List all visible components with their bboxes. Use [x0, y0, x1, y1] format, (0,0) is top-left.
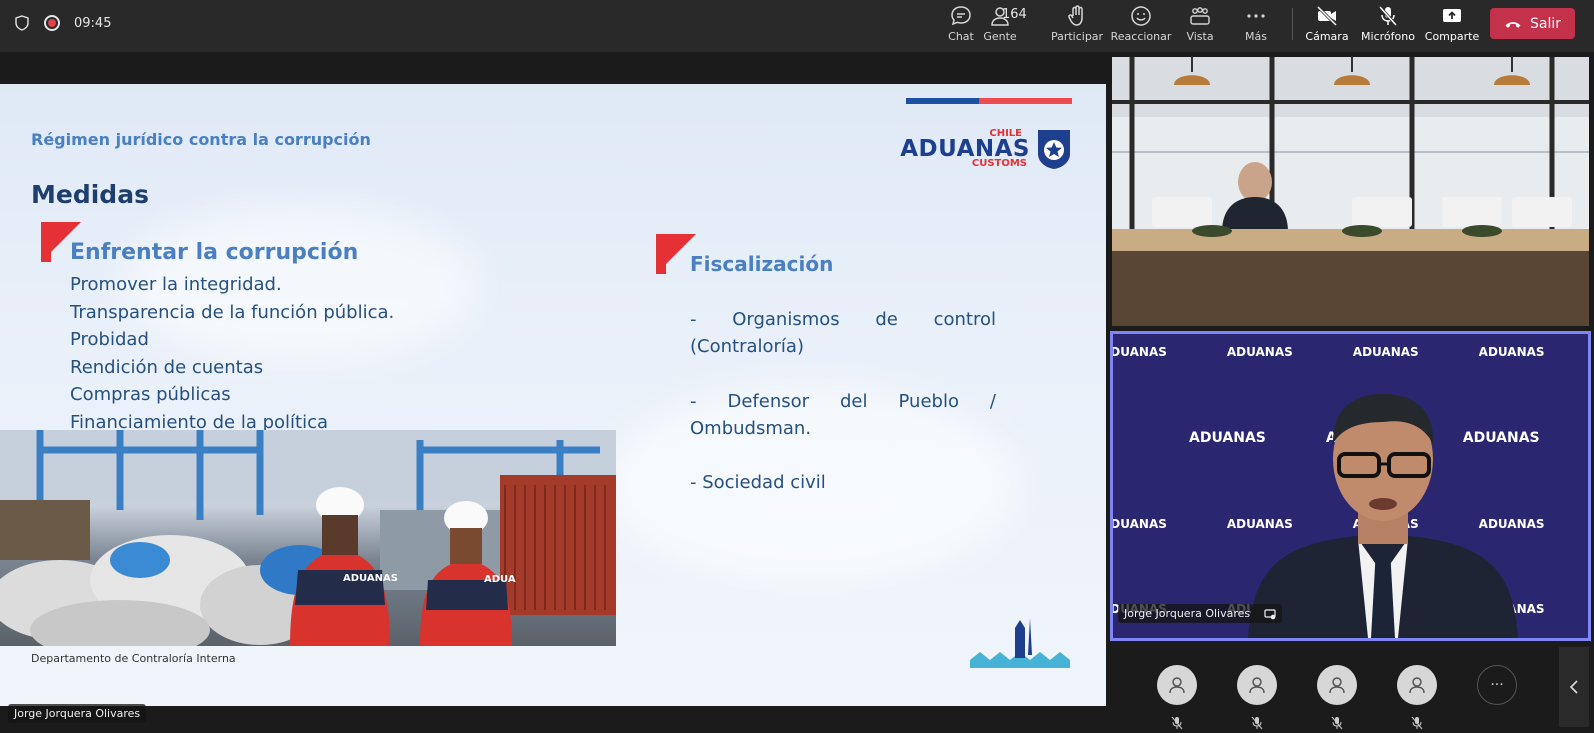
speaker-video: [1248, 394, 1518, 638]
customs-shield-icon: [1038, 130, 1070, 169]
toolbar-divider: [1292, 8, 1293, 40]
right-item: - Sociedad civil: [690, 472, 826, 493]
camera-button[interactable]: Cámara: [1299, 4, 1355, 46]
chat-icon: [951, 6, 971, 26]
port-inspection-photo: ADUANAS ADUA: [0, 430, 616, 646]
leave-button[interactable]: Salir: [1490, 8, 1575, 39]
person-icon: [1249, 677, 1265, 694]
meeting-toolbar: 09:45 Chat Gente 164 Participar Reaccion…: [0, 0, 1594, 52]
slide-footer: Departamento de Contraloría Interna: [31, 652, 236, 665]
left-list: Promover la integridad. Transparencia de…: [70, 271, 394, 436]
aduanas-logo: CHILE ADUANAS CUSTOMS: [900, 128, 1072, 170]
avatar[interactable]: [1317, 665, 1357, 705]
mic-muted-icon: [1251, 716, 1263, 730]
raise-hand-button[interactable]: Participar: [1049, 4, 1105, 46]
list-item: Promover la integridad.: [70, 274, 282, 295]
logo-stripe-blue: [906, 98, 979, 104]
view-icon: [1190, 7, 1210, 25]
avatar[interactable]: [1157, 665, 1197, 705]
view-button[interactable]: Vista: [1172, 4, 1228, 46]
share-button[interactable]: Comparte: [1420, 4, 1484, 46]
share-icon: [1443, 9, 1461, 22]
participant-name-tag: Jorge Jorquera Olivares: [1118, 604, 1282, 623]
chevron-left-icon: [1569, 680, 1578, 694]
presenter-name-tag: Jorge Jorquera Olivares: [8, 704, 147, 723]
list-item: Transparencia de la función pública.: [70, 301, 395, 323]
hand-icon: [1068, 5, 1083, 26]
slide-subtitle: Régimen jurídico contra la corrupción: [31, 130, 371, 149]
camera-off-icon: [1316, 5, 1338, 27]
logo-stripe-red: [979, 98, 1072, 104]
avatar[interactable]: [1237, 665, 1277, 705]
participant-avatars: ···: [1157, 665, 1517, 705]
meeting-status: 09:45: [14, 0, 111, 46]
list-item: Probidad: [70, 329, 149, 350]
mic-muted-icon: [1171, 716, 1183, 730]
mic-muted-icon: [1331, 716, 1343, 730]
mic-off-icon: [1378, 6, 1398, 26]
mic-button[interactable]: Micrófono: [1356, 4, 1420, 46]
right-item: - Organismos de control (Contraloría): [690, 309, 996, 357]
right-item: - Defensor del Pueblo / Ombudsman.: [690, 391, 996, 439]
recording-icon: [44, 15, 60, 31]
conference-room-video: [1112, 57, 1589, 326]
more-button[interactable]: Más: [1228, 4, 1284, 46]
expand-panel-button[interactable]: [1559, 647, 1589, 727]
left-heading: Enfrentar la corrupción: [70, 240, 359, 265]
video-tile-room[interactable]: [1112, 57, 1589, 326]
waves-emblem-icon: [970, 618, 1070, 668]
meeting-timer: 09:45: [74, 15, 112, 31]
video-tile-active-speaker[interactable]: ADUANASADUANASADUANASADUANASADUANAS ADUA…: [1110, 331, 1591, 641]
screen-share-status-icon: [1264, 609, 1276, 620]
smiley-icon: [1131, 6, 1151, 26]
more-participants-button[interactable]: ···: [1477, 665, 1517, 705]
person-icon: [1169, 677, 1185, 694]
people-count: 164: [1002, 7, 1027, 22]
more-icon: [1247, 14, 1265, 18]
list-item: Rendición de cuentas: [70, 356, 264, 378]
mic-muted-icon: [1411, 716, 1423, 730]
react-button[interactable]: Reaccionar: [1111, 4, 1171, 46]
hang-up-icon: [1505, 21, 1521, 28]
shared-presentation: CHILE ADUANAS CUSTOMS Régimen jurídico c…: [0, 84, 1106, 706]
port-scene-illustration: [0, 430, 616, 646]
right-heading: Fiscalización: [690, 252, 834, 276]
avatar[interactable]: [1397, 665, 1437, 705]
shield-icon: [15, 15, 29, 31]
list-item: Compras públicas: [70, 384, 231, 405]
person-icon: [1409, 677, 1425, 694]
person-icon: [1329, 677, 1345, 694]
slide-title: Medidas: [31, 180, 149, 209]
